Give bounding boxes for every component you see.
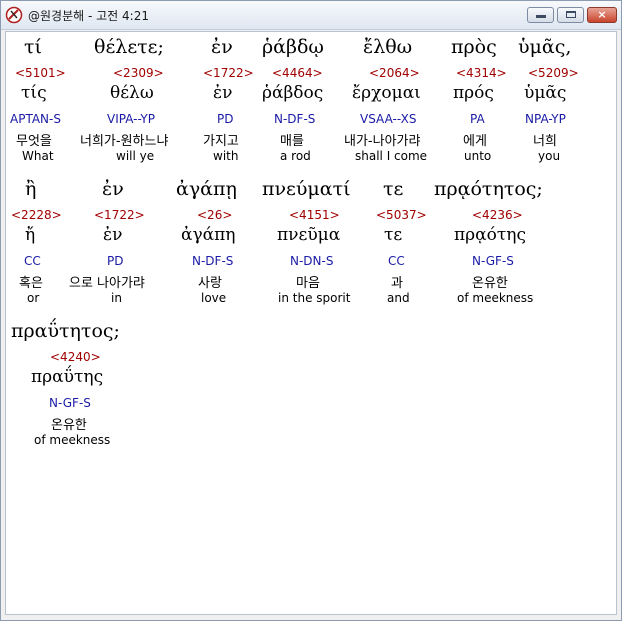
greek-word: τε [383, 178, 404, 200]
lemma: ἔρχομαι [352, 83, 421, 103]
greek-word: τί [24, 36, 42, 58]
strong-number[interactable]: <4240> [50, 350, 101, 364]
morph-code: VSAA--XS [360, 112, 417, 126]
close-icon: × [597, 8, 607, 21]
english-gloss: in [111, 291, 122, 305]
lemma: ὑμᾶς [524, 83, 567, 103]
greek-word: θέλετε; [94, 36, 164, 58]
greek-word: ὑμᾶς, [518, 36, 572, 58]
strong-number[interactable]: <4151> [289, 208, 340, 222]
morph-code: CC [24, 254, 41, 268]
korean-gloss: 매를 [280, 134, 304, 149]
greek-word: πρᾳότητος; [434, 178, 543, 200]
korean-gloss: 온유한 [472, 276, 508, 291]
lemma: πρός [453, 83, 494, 103]
greek-word: ῥάβδῳ [262, 36, 324, 58]
lemma: τε [384, 225, 403, 245]
strong-number[interactable]: <4236> [472, 208, 523, 222]
morph-code: PA [470, 112, 485, 126]
greek-word: πραΰτητος; [11, 320, 120, 342]
greek-word: ἢ [25, 178, 37, 200]
korean-gloss: 가지고 [203, 134, 239, 149]
interlinear-panel[interactable]: τί <5101> τίς APTAN-S 무엇을 What θέλετε; <… [5, 31, 617, 615]
strong-number[interactable]: <4314> [456, 66, 507, 80]
strong-number[interactable]: <1722> [94, 208, 145, 222]
minimize-icon [536, 15, 546, 18]
english-gloss: with [213, 149, 239, 163]
maximize-button[interactable] [557, 7, 584, 23]
lemma: ῥάβδος [262, 83, 324, 103]
korean-gloss: 온유한 [51, 418, 87, 433]
app-logo-icon [5, 6, 23, 24]
strong-number[interactable]: <2228> [11, 208, 62, 222]
morph-code: N-DF-S [274, 112, 316, 126]
english-gloss: a rod [280, 149, 311, 163]
korean-gloss: 과 [391, 276, 403, 291]
english-gloss: or [27, 291, 40, 305]
lemma: πρᾳότης [454, 225, 526, 245]
english-gloss: of meekness [34, 433, 111, 447]
korean-gloss: 내가-나아가랴 [344, 134, 421, 149]
greek-word: ἔλθω [363, 36, 413, 58]
korean-gloss: 으로 나아가랴 [69, 276, 145, 291]
window-title: @원경분해 - 고전 4:21 [28, 9, 149, 23]
korean-gloss: 너희가-원하느냐 [80, 134, 169, 149]
korean-gloss: 사랑 [198, 276, 222, 291]
strong-number[interactable]: <1722> [203, 66, 254, 80]
lemma: ἐν [103, 225, 123, 245]
english-gloss: you [538, 149, 561, 163]
english-gloss: What [22, 149, 54, 163]
greek-word: πνεύματί [262, 178, 351, 200]
english-gloss: and [387, 291, 410, 305]
strong-number[interactable]: <2064> [369, 66, 420, 80]
greek-word: ἐν [102, 178, 124, 200]
strong-number[interactable]: <5037> [376, 208, 427, 222]
english-gloss: of meekness [457, 291, 534, 305]
lemma: πραΰτης [31, 367, 104, 387]
english-gloss: will ye [116, 149, 155, 163]
morph-code: N-GF-S [49, 396, 91, 410]
korean-gloss: 너희 [533, 134, 557, 149]
morph-code: NPA-YP [525, 112, 566, 126]
app-window: @원경분해 - 고전 4:21 × τί <5101> τίς APTAN-S … [0, 0, 622, 621]
maximize-icon [566, 11, 576, 18]
lemma: ἤ [25, 225, 36, 245]
strong-number[interactable]: <5209> [528, 66, 579, 80]
close-button[interactable]: × [587, 7, 617, 23]
strong-number[interactable]: <26> [197, 208, 232, 222]
strong-number[interactable]: <4464> [272, 66, 323, 80]
greek-word: ἀγάπῃ [176, 178, 237, 200]
english-gloss: unto [464, 149, 492, 163]
morph-code: PD [217, 112, 234, 126]
korean-gloss: 무엇을 [16, 134, 52, 149]
english-gloss: love [201, 291, 227, 305]
strong-number[interactable]: <5101> [15, 66, 66, 80]
lemma: θέλω [110, 83, 154, 103]
morph-code: N-DN-S [290, 254, 334, 268]
lemma: ἀγάπη [181, 225, 236, 245]
morph-code: CC [388, 254, 405, 268]
morph-code: N-DF-S [192, 254, 234, 268]
korean-gloss: 마음 [296, 276, 320, 291]
greek-word: πρὸς [451, 36, 497, 58]
greek-word: ἐν [211, 36, 233, 58]
korean-gloss: 에게 [463, 134, 487, 149]
english-gloss: shall I come [355, 149, 428, 163]
strong-number[interactable]: <2309> [113, 66, 164, 80]
morph-code: N-GF-S [472, 254, 514, 268]
lemma: πνεῦμα [277, 225, 341, 245]
korean-gloss: 혹은 [19, 276, 43, 291]
morph-code: PD [107, 254, 124, 268]
english-gloss: in the sporit [278, 291, 351, 305]
title-bar[interactable]: @원경분해 - 고전 4:21 × [1, 1, 621, 30]
lemma: ἐν [213, 83, 233, 103]
morph-code: VIPA--YP [107, 112, 155, 126]
minimize-button[interactable] [527, 7, 554, 23]
lemma: τίς [21, 83, 47, 103]
morph-code: APTAN-S [10, 112, 61, 126]
